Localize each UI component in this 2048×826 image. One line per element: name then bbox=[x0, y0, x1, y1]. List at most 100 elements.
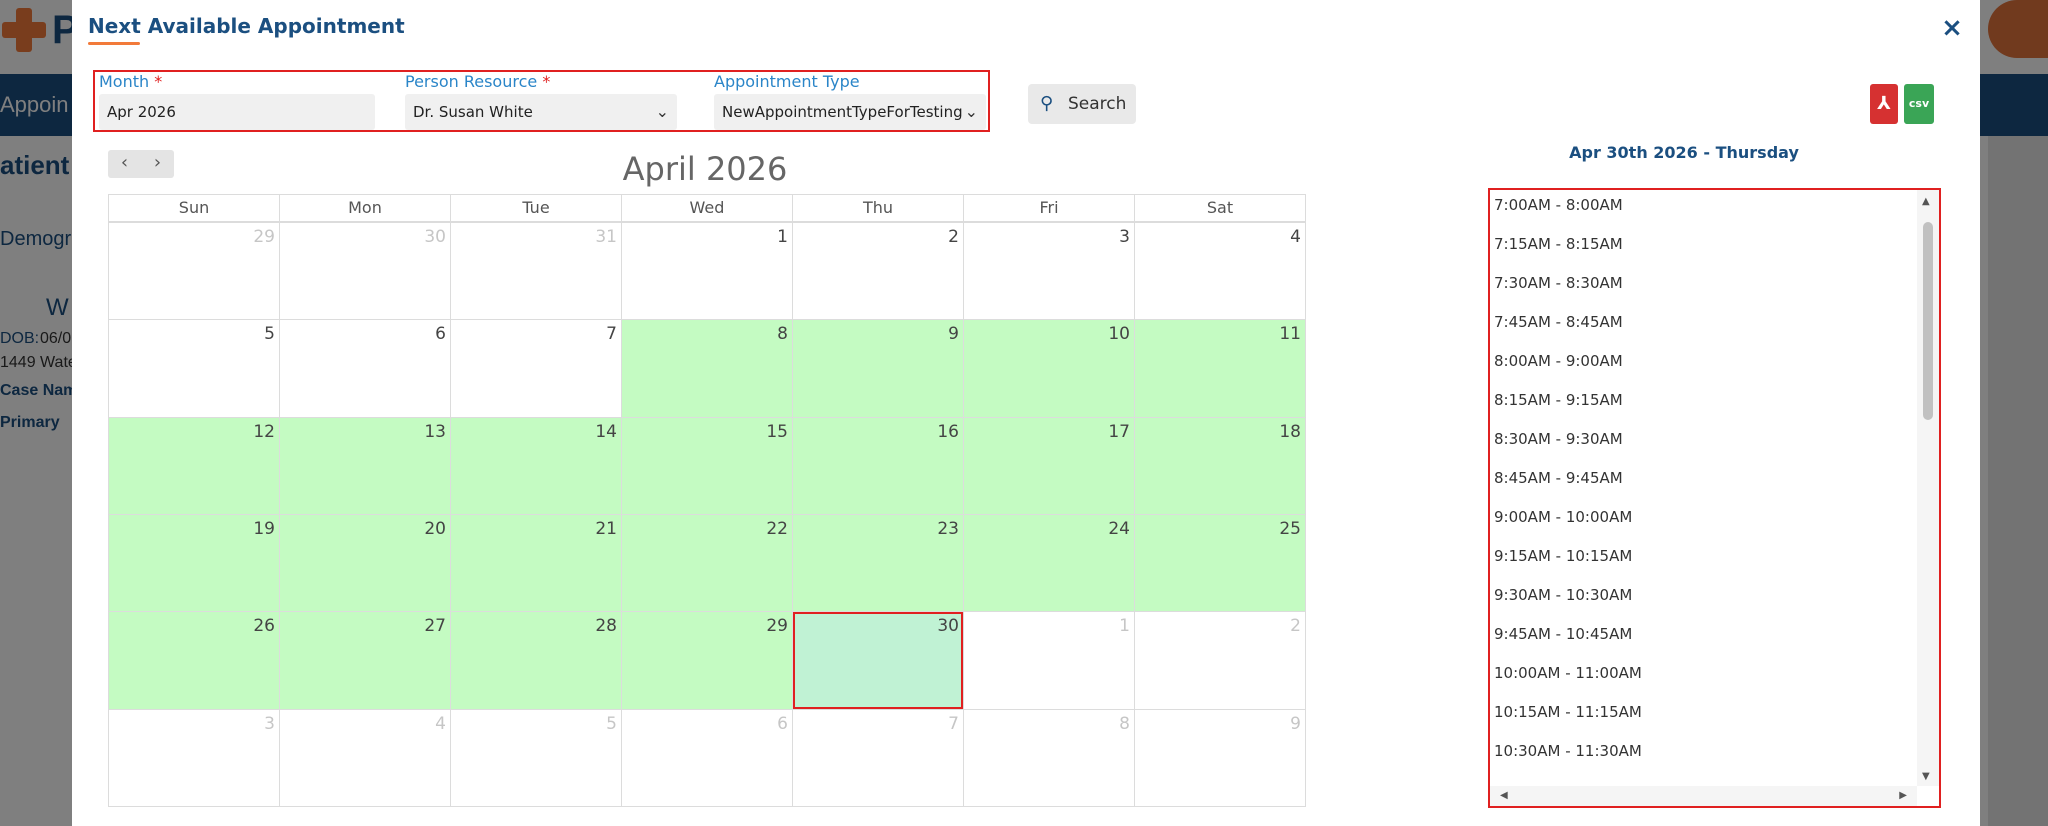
scrollbar-thumb[interactable] bbox=[1923, 222, 1933, 420]
day-number: 21 bbox=[595, 519, 617, 539]
time-slot[interactable]: 8:45AM - 9:45AM bbox=[1490, 463, 1917, 502]
time-slot[interactable]: 10:30AM - 11:30AM bbox=[1490, 736, 1917, 775]
calendar-day[interactable]: 19 bbox=[109, 515, 280, 613]
calendar-day[interactable]: 10 bbox=[964, 320, 1135, 418]
calendar-day[interactable]: 11 bbox=[1135, 320, 1306, 418]
calendar-day[interactable]: 7 bbox=[793, 709, 964, 807]
calendar-day[interactable]: 2 bbox=[1135, 612, 1306, 710]
scroll-up-icon[interactable]: ▲ bbox=[1922, 196, 1930, 207]
calendar-day[interactable]: 26 bbox=[109, 612, 280, 710]
title-underline bbox=[88, 42, 140, 45]
time-slot[interactable]: 9:00AM - 10:00AM bbox=[1490, 502, 1917, 541]
day-number: 4 bbox=[1290, 227, 1301, 247]
pdf-icon[interactable]: ⅄ bbox=[1870, 84, 1898, 124]
day-number: 9 bbox=[1290, 713, 1301, 734]
day-number: 7 bbox=[606, 324, 617, 345]
calendar-day[interactable]: 4 bbox=[280, 709, 451, 807]
time-slot[interactable]: 8:30AM - 9:30AM bbox=[1490, 424, 1917, 463]
day-number: 8 bbox=[1119, 713, 1130, 734]
scroll-left-icon[interactable]: ◀ bbox=[1500, 790, 1508, 801]
time-slot[interactable]: 9:15AM - 10:15AM bbox=[1490, 541, 1917, 580]
calendar-day[interactable]: 2 bbox=[793, 223, 964, 321]
month-label: Month * bbox=[99, 72, 163, 91]
calendar-day[interactable]: 31 bbox=[451, 223, 622, 321]
calendar-day[interactable]: 8 bbox=[622, 320, 793, 418]
calendar-day[interactable]: 13 bbox=[280, 417, 451, 515]
calendar-day[interactable]: 27 bbox=[280, 612, 451, 710]
calendar-day[interactable]: 1 bbox=[964, 612, 1135, 710]
time-slot[interactable]: 9:30AM - 10:30AM bbox=[1490, 580, 1917, 619]
day-number: 29 bbox=[766, 616, 788, 637]
calendar-day[interactable]: 3 bbox=[964, 223, 1135, 321]
calendar-day[interactable]: 29 bbox=[109, 223, 280, 321]
calendar-day[interactable]: 25 bbox=[1135, 515, 1306, 613]
calendar-day[interactable]: 1 bbox=[622, 223, 793, 321]
time-slot[interactable]: 10:00AM - 11:00AM bbox=[1490, 658, 1917, 697]
calendar-day[interactable]: 7 bbox=[451, 320, 622, 418]
calendar-day[interactable]: 5 bbox=[109, 320, 280, 418]
selected-date-heading: Apr 30th 2026 - Thursday bbox=[1569, 143, 1799, 162]
day-number: 30 bbox=[424, 227, 446, 247]
day-number: 28 bbox=[595, 616, 617, 637]
next-month-button[interactable]: › bbox=[141, 152, 174, 173]
appointment-type-select[interactable]: NewAppointmentTypeForTesting ⌄ bbox=[714, 94, 986, 130]
calendar-day[interactable]: 6 bbox=[622, 709, 793, 807]
day-number: 24 bbox=[1108, 519, 1130, 539]
calendar-day[interactable]: 15 bbox=[622, 417, 793, 515]
calendar-day[interactable]: 8 bbox=[964, 709, 1135, 807]
calendar-day[interactable]: 12 bbox=[109, 417, 280, 515]
calendar-day[interactable]: 24 bbox=[964, 515, 1135, 613]
calendar-day[interactable]: 3 bbox=[109, 709, 280, 807]
calendar-day[interactable]: 22 bbox=[622, 515, 793, 613]
scroll-right-icon[interactable]: ▶ bbox=[1899, 790, 1907, 801]
month-field[interactable]: Apr 2026 bbox=[99, 94, 375, 130]
calendar-day[interactable]: 21 bbox=[451, 515, 622, 613]
day-number: 11 bbox=[1279, 324, 1301, 345]
filter-group: Month * Apr 2026 Person Resource * Dr. S… bbox=[93, 70, 990, 132]
search-button[interactable]: ⚲ Search bbox=[1028, 84, 1136, 124]
time-slot[interactable]: 7:00AM - 8:00AM bbox=[1490, 190, 1917, 229]
calendar-day[interactable]: 4 bbox=[1135, 223, 1306, 321]
time-slot[interactable]: 7:30AM - 8:30AM bbox=[1490, 268, 1917, 307]
day-number: 6 bbox=[777, 713, 788, 734]
calendar-day[interactable]: 9 bbox=[1135, 709, 1306, 807]
calendar-day[interactable]: 30 bbox=[280, 223, 451, 321]
day-number: 1 bbox=[777, 227, 788, 247]
calendar-day[interactable]: 20 bbox=[280, 515, 451, 613]
calendar-day[interactable]: 18 bbox=[1135, 417, 1306, 515]
day-number: 8 bbox=[777, 324, 788, 345]
time-slot[interactable]: 8:00AM - 9:00AM bbox=[1490, 346, 1917, 385]
csv-icon[interactable]: csv bbox=[1904, 84, 1934, 124]
day-number: 22 bbox=[766, 519, 788, 539]
calendar-day[interactable]: 29 bbox=[622, 612, 793, 710]
prev-month-button[interactable]: ‹ bbox=[108, 152, 141, 173]
calendar-day[interactable]: 28 bbox=[451, 612, 622, 710]
time-slot[interactable]: 7:15AM - 8:15AM bbox=[1490, 229, 1917, 268]
calendar-day[interactable]: 9 bbox=[793, 320, 964, 418]
weekday-wed: Wed bbox=[622, 195, 793, 221]
vertical-scrollbar[interactable]: ▲ ▼ bbox=[1917, 190, 1939, 786]
person-resource-select[interactable]: Dr. Susan White ⌄ bbox=[405, 94, 677, 130]
close-icon[interactable]: × bbox=[1938, 14, 1966, 42]
person-resource-label: Person Resource * bbox=[405, 72, 551, 91]
calendar-day[interactable]: 16 bbox=[793, 417, 964, 515]
calendar-day[interactable]: 23 bbox=[793, 515, 964, 613]
time-slot[interactable]: 8:15AM - 9:15AM bbox=[1490, 385, 1917, 424]
calendar-weekday-header: Sun Mon Tue Wed Thu Fri Sat bbox=[108, 194, 1306, 222]
horizontal-scrollbar[interactable]: ◀ ▶ bbox=[1490, 786, 1917, 806]
calendar-day[interactable]: 5 bbox=[451, 709, 622, 807]
weekday-fri: Fri bbox=[964, 195, 1135, 221]
calendar-nav: ‹ › bbox=[108, 150, 174, 178]
scroll-down-icon[interactable]: ▼ bbox=[1922, 771, 1930, 782]
calendar-day[interactable]: 14 bbox=[451, 417, 622, 515]
time-slot[interactable]: 7:45AM - 8:45AM bbox=[1490, 307, 1917, 346]
calendar-day[interactable]: 6 bbox=[280, 320, 451, 418]
day-number: 12 bbox=[253, 421, 275, 442]
calendar-day[interactable]: 17 bbox=[964, 417, 1135, 515]
time-slot[interactable]: 10:15AM - 11:15AM bbox=[1490, 697, 1917, 736]
day-number: 25 bbox=[1279, 519, 1301, 539]
time-slot[interactable]: 9:45AM - 10:45AM bbox=[1490, 619, 1917, 658]
calendar-day-selected[interactable]: 30 bbox=[793, 612, 964, 710]
calendar-title: April 2026 bbox=[622, 150, 788, 188]
modal-title: Next Available Appointment bbox=[88, 14, 405, 38]
